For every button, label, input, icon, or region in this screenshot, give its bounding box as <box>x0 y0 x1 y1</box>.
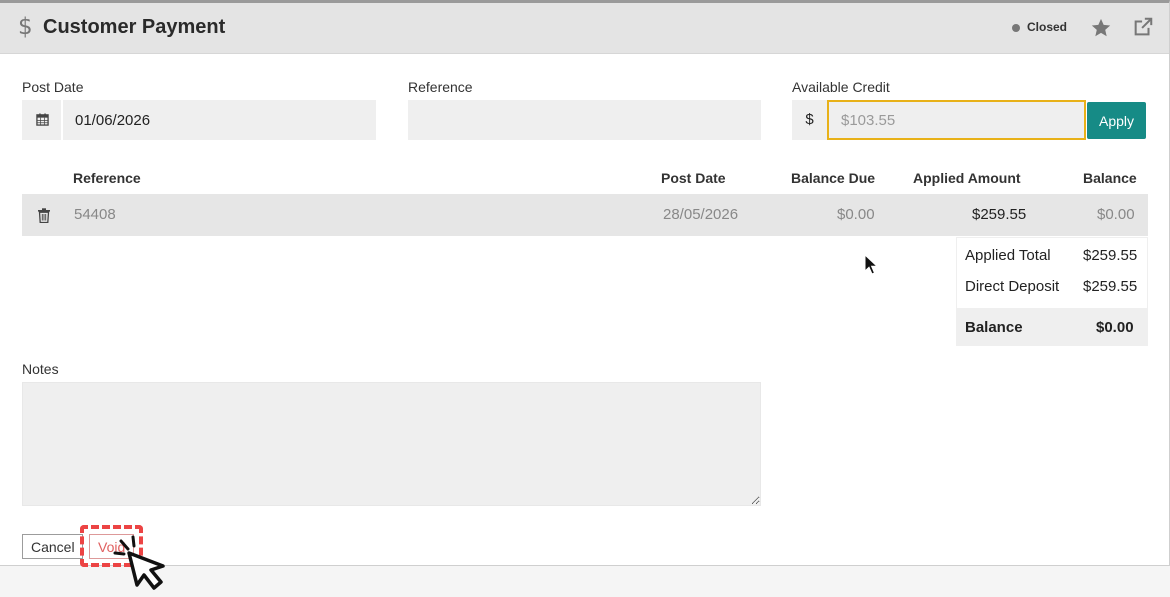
balance-total-label: Balance <box>965 319 1023 336</box>
row-applied-amount[interactable]: $259.55 <box>972 206 1026 223</box>
click-cursor-icon <box>113 535 165 590</box>
cancel-button[interactable]: Cancel <box>22 534 83 559</box>
customer-payment-panel: $ Customer Payment Closed Post Date Refe… <box>0 0 1170 567</box>
column-header-balance-due: Balance Due <box>791 170 876 186</box>
mouse-pointer-icon <box>864 254 879 275</box>
trash-icon[interactable] <box>37 208 51 223</box>
apply-button[interactable]: Apply <box>1087 102 1146 139</box>
row-reference: 54408 <box>74 206 116 223</box>
applied-total-value: $259.55 <box>1083 247 1138 264</box>
direct-deposit-label: Direct Deposit <box>965 278 1060 295</box>
post-date-label: Post Date <box>22 79 84 95</box>
balance-total-value: $0.00 <box>1096 319 1134 336</box>
column-header-post-date: Post Date <box>661 170 726 186</box>
available-credit-label: Available Credit <box>792 79 890 95</box>
status-dot <box>1012 24 1020 32</box>
available-credit-input[interactable] <box>827 100 1086 140</box>
calendar-button[interactable] <box>22 100 62 140</box>
row-post-date: 28/05/2026 <box>663 206 739 223</box>
reference-label: Reference <box>408 79 473 95</box>
column-header-reference: Reference <box>73 170 141 186</box>
column-header-balance: Balance <box>1083 170 1137 186</box>
page-title: Customer Payment <box>43 16 226 38</box>
external-link-icon[interactable] <box>1132 16 1154 38</box>
reference-input[interactable] <box>408 100 761 140</box>
panel-header: $ Customer Payment Closed <box>0 3 1169 54</box>
notes-label: Notes <box>22 361 59 377</box>
row-balance: $0.00 <box>1097 206 1135 223</box>
dollar-icon: $ <box>18 14 33 40</box>
star-icon[interactable] <box>1090 17 1112 39</box>
post-date-input[interactable] <box>63 100 376 140</box>
row-balance-due: $0.00 <box>837 206 875 223</box>
totals-panel: Applied Total $259.55 Direct Deposit $25… <box>956 237 1148 346</box>
applied-total-label: Applied Total <box>965 247 1051 264</box>
notes-textarea[interactable] <box>22 382 761 506</box>
status-badge: Closed <box>1027 20 1068 34</box>
currency-symbol: $ <box>792 100 827 140</box>
calendar-icon <box>36 113 49 126</box>
table-row: 54408 28/05/2026 $0.00 $259.55 $0.00 <box>22 194 1148 236</box>
column-header-applied-amount: Applied Amount <box>913 170 1021 186</box>
direct-deposit-value: $259.55 <box>1083 278 1138 295</box>
balance-total-row: Balance $0.00 <box>957 308 1148 346</box>
